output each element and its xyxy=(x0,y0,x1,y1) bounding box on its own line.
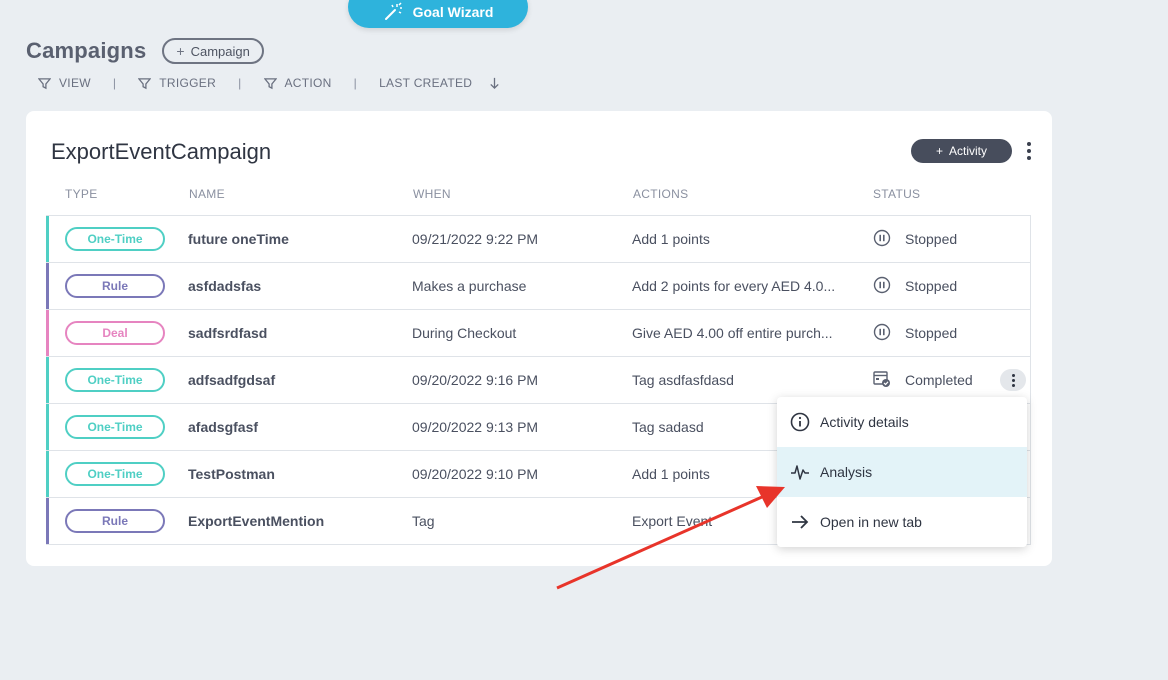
activity-when: 09/20/2022 9:16 PM xyxy=(412,372,539,388)
activity-status: Completed xyxy=(873,370,973,391)
type-color-bar xyxy=(46,404,49,450)
type-color-bar xyxy=(46,498,49,544)
filter-action-label: ACTION xyxy=(284,76,332,90)
sort-label: LAST CREATED xyxy=(379,76,473,90)
type-color-bar xyxy=(46,216,49,262)
activity-name[interactable]: future oneTime xyxy=(188,231,398,247)
separator: | xyxy=(353,76,358,90)
goal-wizard-label: Goal Wizard xyxy=(412,4,494,20)
menu-item-open-new-tab[interactable]: Open in new tab xyxy=(777,497,1027,547)
activity-name[interactable]: TestPostman xyxy=(188,466,398,482)
type-badge: Rule xyxy=(65,274,165,298)
funnel-icon xyxy=(138,77,152,89)
plus-icon: + xyxy=(935,144,943,158)
menu-item-label: Analysis xyxy=(820,464,873,480)
activity-when: Tag xyxy=(412,513,435,529)
magic-wand-icon xyxy=(384,2,402,20)
funnel-icon xyxy=(263,77,277,89)
campaign-title: ExportEventCampaign xyxy=(51,139,272,164)
pulse-icon xyxy=(791,465,809,480)
filter-view[interactable]: VIEW xyxy=(38,76,91,90)
activity-name[interactable]: asfdadsfas xyxy=(188,278,398,294)
type-badge: One-Time xyxy=(65,227,165,251)
filter-trigger-label: TRIGGER xyxy=(159,76,217,90)
filter-bar: VIEW | TRIGGER | ACTION | LAST CREATED xyxy=(38,76,501,90)
activity-status: Stopped xyxy=(873,323,957,344)
activity-status: Stopped xyxy=(873,229,957,250)
activity-name[interactable]: afadsgfasf xyxy=(188,419,398,435)
activity-when: 09/20/2022 9:10 PM xyxy=(412,466,539,482)
column-header-actions: ACTIONS xyxy=(633,187,689,201)
type-badge: One-Time xyxy=(65,368,165,392)
card-more-menu-icon[interactable] xyxy=(1023,141,1035,161)
menu-item-activity-details[interactable]: Activity details xyxy=(777,397,1027,447)
type-color-bar xyxy=(46,310,49,356)
menu-item-analysis[interactable]: Analysis xyxy=(777,447,1027,497)
menu-item-label: Open in new tab xyxy=(820,514,922,530)
activity-status: Stopped xyxy=(873,276,957,297)
activity-action: Tag asdfasfdasd xyxy=(632,372,734,388)
separator: | xyxy=(112,76,117,90)
sort-last-created[interactable]: LAST CREATED xyxy=(379,76,501,90)
add-activity-button[interactable]: + Activity xyxy=(911,139,1012,163)
filter-trigger[interactable]: TRIGGER xyxy=(138,76,216,90)
table-row[interactable]: One-Time future oneTime 09/21/2022 9:22 PM… xyxy=(46,216,1031,263)
column-header-name: NAME xyxy=(189,187,225,201)
type-badge: One-Time xyxy=(65,462,165,486)
activity-when: 09/20/2022 9:13 PM xyxy=(412,419,539,435)
status-label: Completed xyxy=(905,372,973,388)
status-label: Stopped xyxy=(905,231,958,247)
page-header: Campaigns + Campaign xyxy=(26,38,264,64)
filter-view-label: VIEW xyxy=(59,76,91,90)
row-more-menu-icon[interactable] xyxy=(1000,369,1026,391)
type-color-bar xyxy=(46,263,49,309)
arrow-down-icon xyxy=(490,77,499,89)
completed-calendar-icon xyxy=(873,370,891,391)
activity-action: Add 1 points xyxy=(632,231,710,247)
filter-action[interactable]: ACTION xyxy=(263,76,332,90)
activity-when: Makes a purchase xyxy=(412,278,527,294)
info-icon xyxy=(790,412,810,432)
separator: | xyxy=(238,76,242,90)
type-color-bar xyxy=(46,451,49,497)
column-header-when: WHEN xyxy=(413,187,451,201)
pause-circle-icon xyxy=(873,229,891,250)
table-row[interactable]: Rule asfdadsfas Makes a purchase Add 2 poin… xyxy=(46,263,1031,310)
type-badge: Rule xyxy=(65,509,165,533)
activity-when: 09/21/2022 9:22 PM xyxy=(412,231,539,247)
type-badge: Deal xyxy=(65,321,165,345)
activity-when: During Checkout xyxy=(412,325,517,341)
add-activity-label: Activity xyxy=(949,144,988,158)
column-header-status: STATUS xyxy=(873,187,921,201)
activity-name[interactable]: adfsadfgdsaf xyxy=(188,372,398,388)
pause-circle-icon xyxy=(873,276,891,297)
menu-item-label: Activity details xyxy=(820,414,909,430)
type-color-bar xyxy=(46,357,49,403)
activity-action: Add 2 points for every AED 4.0... xyxy=(632,278,836,294)
add-campaign-label: Campaign xyxy=(190,43,250,59)
arrow-right-icon xyxy=(792,515,809,529)
activity-name[interactable]: ExportEventMention xyxy=(188,513,398,529)
context-menu: Activity details Analysis Open in new ta… xyxy=(777,397,1027,547)
status-label: Stopped xyxy=(905,325,958,341)
plus-icon: + xyxy=(176,43,185,59)
pause-circle-icon xyxy=(873,323,891,344)
add-campaign-button[interactable]: + Campaign xyxy=(162,38,264,64)
activity-name[interactable]: sadfsrdfasd xyxy=(188,325,398,341)
column-header-type: TYPE xyxy=(65,187,98,201)
funnel-icon xyxy=(38,77,51,89)
goal-wizard-button[interactable]: Goal Wizard xyxy=(348,0,528,28)
activity-action: Give AED 4.00 off entire purch... xyxy=(632,325,833,341)
table-row[interactable]: Deal sadfsrdfasd During Checkout Give AED 4… xyxy=(46,310,1031,357)
type-badge: One-Time xyxy=(65,415,165,439)
status-label: Stopped xyxy=(905,278,958,294)
page-title: Campaigns xyxy=(26,38,147,63)
